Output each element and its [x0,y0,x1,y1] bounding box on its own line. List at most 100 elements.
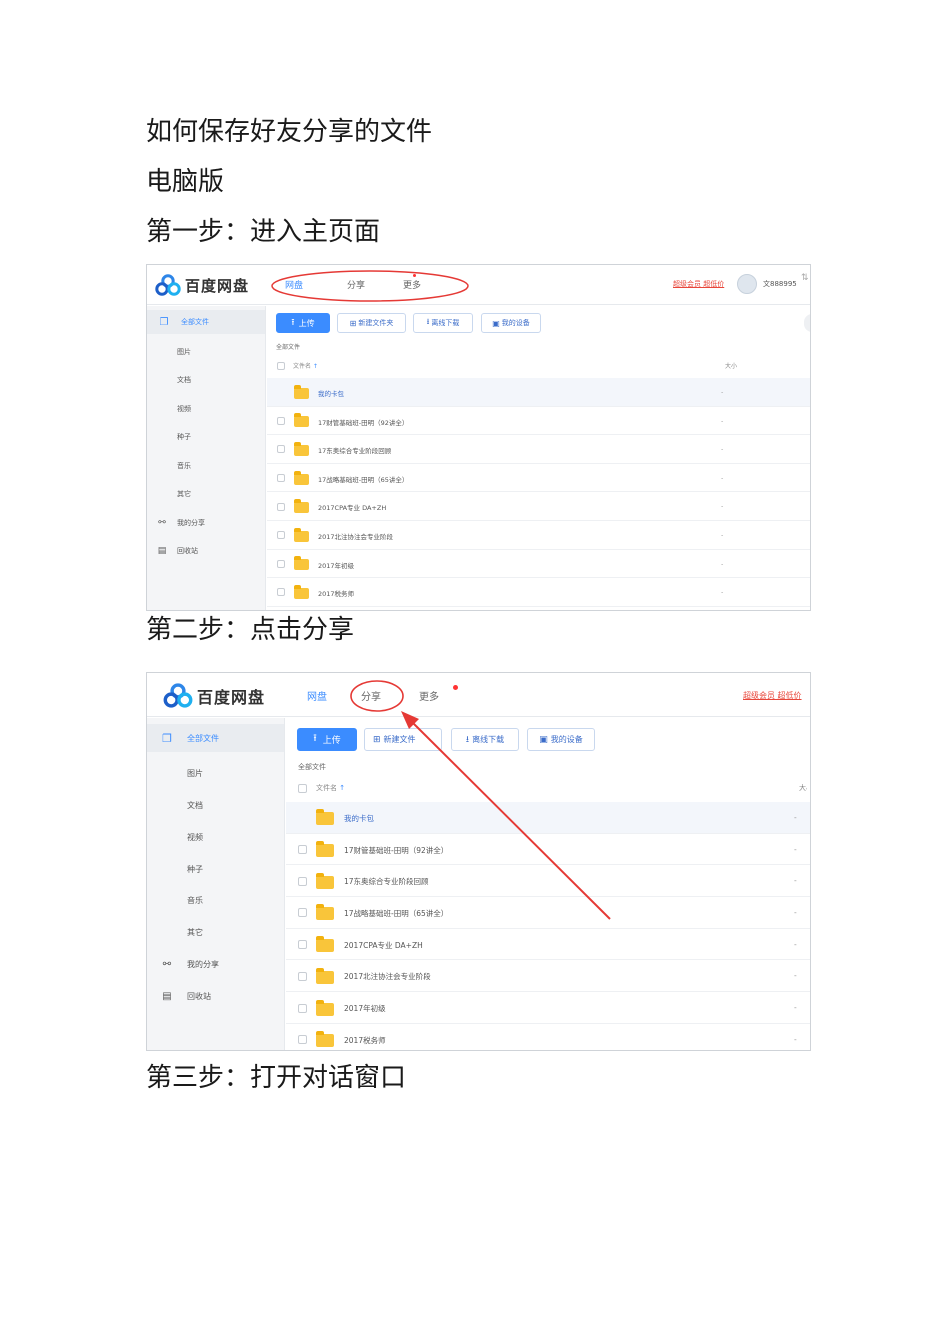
nav-tab-more[interactable]: 更多 [419,688,439,703]
table-row[interactable]: 2017CPA专业 DA+ZH - [267,492,810,521]
table-row[interactable]: 2017北注协注会专业阶段 - [286,961,810,993]
file-name[interactable]: 17战略基础班-田明（65讲全） [318,474,408,484]
row-checkbox[interactable] [298,1003,307,1013]
sidebar-item-recycle-bin[interactable]: ▤ 回收站 [147,539,265,563]
table-row[interactable]: 17东奥综合专业阶段回顾 - [286,865,810,898]
nav-tab-netdisk[interactable]: 网盘 [307,688,327,703]
my-devices-button[interactable]: ▣ 我的设备 [481,313,541,333]
table-row[interactable]: 我的卡包 - [267,378,810,407]
table-row[interactable]: 2017税务师 - [267,578,810,607]
row-checkbox[interactable] [298,908,307,918]
row-checkbox[interactable] [298,876,307,886]
sidebar-item-my-shares[interactable]: ⚯ 我的分享 [147,950,284,978]
select-all-checkbox[interactable] [277,362,285,370]
download-icon: ⭳ [465,734,470,745]
sidebar-item-my-shares[interactable]: ⚯ 我的分享 [147,511,265,535]
sidebar-item-all-files[interactable]: ❐ 全部文件 [147,724,284,752]
table-row[interactable]: 17战略基础班-田明（65讲全） - [267,464,810,493]
row-checkbox[interactable] [277,559,285,568]
file-name[interactable]: 2017税务师 [318,588,354,598]
row-checkbox[interactable] [277,416,285,425]
my-devices-button[interactable]: ▣ 我的设备 [527,728,595,751]
row-checkbox[interactable] [277,531,285,540]
file-name[interactable]: 2017CPA专业 DA+ZH [318,502,386,512]
file-name[interactable]: 2017年初级 [318,560,354,570]
sidebar-item-music[interactable]: 音乐 [147,454,265,478]
sidebar-item-recycle-bin[interactable]: ▤ 回收站 [147,982,284,1010]
sidebar-item-videos[interactable]: 视频 [147,823,284,851]
app-logo[interactable]: 百度网盘 [155,274,249,296]
sidebar-item-torrents[interactable]: 种子 [147,425,265,449]
sidebar-item-images[interactable]: 图片 [147,340,265,364]
sidebar-item-other[interactable]: 其它 [147,482,265,506]
row-checkbox[interactable] [298,845,307,855]
nav-tab-more[interactable]: 更多 [403,278,421,291]
file-name[interactable]: 17财管基础班-田明（92讲全） [318,417,408,427]
column-header-size[interactable]: 大小 [799,783,807,793]
transfer-icon[interactable]: ⇅ [801,273,809,283]
table-row[interactable]: 17财管基础班-田明（92讲全） - [286,834,810,866]
sidebar-item-all-files[interactable]: ❐ 全部文件 [147,310,265,334]
table-row[interactable]: 我的卡包 - [286,802,810,834]
file-name[interactable]: 2017税务师 [344,1035,386,1046]
row-checkbox[interactable] [277,502,285,511]
sidebar-item-label: 种子 [177,433,191,441]
sidebar-item-label: 回收站 [187,991,211,1001]
table-row[interactable]: 2017年初级 - [267,550,810,579]
column-header-name[interactable]: 文件名 ↑ [293,361,318,370]
table-row[interactable]: 2017税务师 - [286,1024,810,1050]
baidu-cloud-logo-icon [163,683,193,708]
sidebar-item-docs[interactable]: 文档 [147,791,284,819]
row-checkbox[interactable] [298,940,307,950]
file-name[interactable]: 17财管基础班-田明（92讲全） [344,845,448,856]
file-size: - [794,1003,797,1013]
new-folder-button[interactable]: ⊞ 新建文件 [364,728,442,751]
nav-tab-share[interactable]: 分享 [361,688,381,703]
column-header-size[interactable]: 大小 [725,361,737,370]
sidebar: ❐ 全部文件 图片 文档 视频 种子 音乐 其它 ⚯ 我的分享 ▤ 回收站 [147,718,285,1050]
file-name[interactable]: 17东奥综合专业阶段回顾 [344,876,429,887]
app-logo[interactable]: 百度网盘 [163,683,265,708]
vip-link[interactable]: 超级会员 超低价 [673,279,724,289]
table-row[interactable]: 17战略基础班-田明（65讲全） - [286,897,810,929]
nav-tab-netdisk[interactable]: 网盘 [285,278,303,291]
sidebar-item-other[interactable]: 其它 [147,918,284,946]
row-checkbox[interactable] [298,971,307,981]
file-name[interactable]: 我的卡包 [344,813,374,824]
file-name[interactable]: 我的卡包 [318,388,344,398]
sidebar-item-images[interactable]: 图片 [147,759,284,787]
offline-download-button[interactable]: ⭳ 离线下载 [413,313,473,333]
view-toggle[interactable] [804,314,810,332]
table-row[interactable]: 2017年初级 - [286,992,810,1024]
column-header-name[interactable]: 文件名 ↑ [316,783,345,793]
row-checkbox[interactable] [277,474,285,483]
table-row[interactable]: 2017CPA专业 DA+ZH - [286,929,810,961]
offline-download-button[interactable]: ⭳ 离线下载 [451,728,519,751]
new-folder-button[interactable]: ⊞ 新建文件夹 [337,313,406,333]
vip-link[interactable]: 超级会员 超低价 [743,690,802,701]
user-name[interactable]: 文888995 [763,279,797,289]
select-all-checkbox[interactable] [298,784,307,793]
row-checkbox[interactable] [277,445,285,454]
row-checkbox[interactable] [277,588,285,597]
sidebar-item-torrents[interactable]: 种子 [147,855,284,883]
avatar[interactable] [737,274,757,294]
upload-button[interactable]: ⭱ 上传 [297,728,357,751]
sidebar-item-docs[interactable]: 文档 [147,368,265,392]
sidebar-item-music[interactable]: 音乐 [147,886,284,914]
folder-icon [316,841,334,858]
file-name[interactable]: 2017年初级 [344,1003,386,1014]
sidebar-item-label: 其它 [187,927,203,937]
table-row[interactable]: 17东奥综合专业阶段回顾 - [267,435,810,464]
upload-button[interactable]: ⭱ 上传 [276,313,330,333]
sidebar-item-videos[interactable]: 视频 [147,397,265,421]
file-name[interactable]: 2017北注协注会专业阶段 [344,971,431,982]
row-checkbox[interactable] [298,1035,307,1045]
file-name[interactable]: 17战略基础班-田明（65讲全） [344,908,448,919]
nav-tab-share[interactable]: 分享 [347,278,365,291]
table-row[interactable]: 2017北注协注会专业阶段 - [267,521,810,550]
file-name[interactable]: 17东奥综合专业阶段回顾 [318,445,391,455]
file-name[interactable]: 2017CPA专业 DA+ZH [344,940,423,951]
file-name[interactable]: 2017北注协注会专业阶段 [318,531,393,541]
table-row[interactable]: 17财管基础班-田明（92讲全） - [267,407,810,436]
